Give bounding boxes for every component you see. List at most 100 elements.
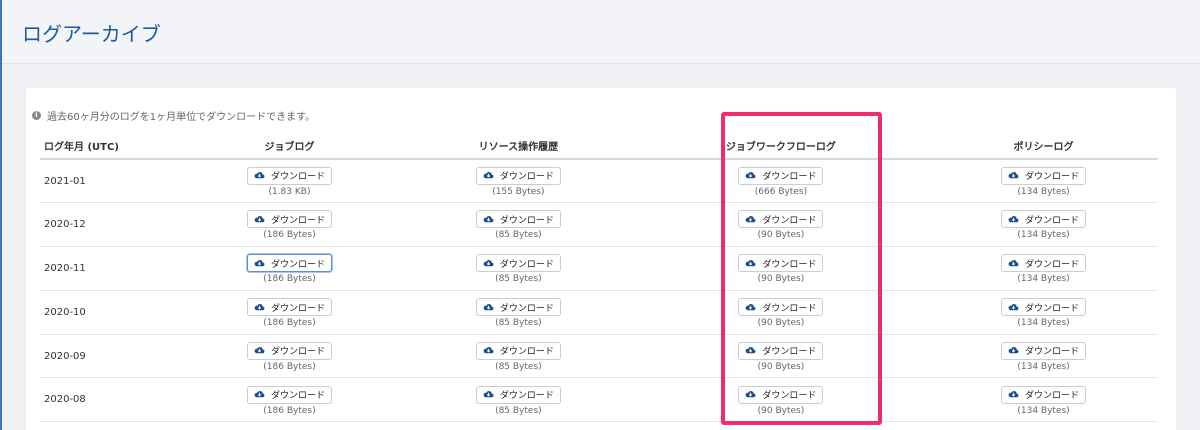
- cloud-download-icon: [254, 216, 265, 223]
- file-size: (85 Bytes): [495, 274, 542, 285]
- file-size: (134 Bytes): [1017, 405, 1070, 416]
- file-size: (85 Bytes): [495, 361, 542, 372]
- cloud-download-icon: [483, 172, 494, 179]
- download-button-resource-history[interactable]: ダウンロード: [475, 166, 561, 185]
- file-size: (186 Bytes): [263, 274, 316, 285]
- download-button-resource-history[interactable]: ダウンロード: [475, 254, 561, 273]
- cell-policy-log: ダウンロード (134 Bytes): [929, 202, 1158, 248]
- download-button-policy-log[interactable]: ダウンロード: [1001, 210, 1087, 229]
- download-button-workflow-log[interactable]: ダウンロード: [738, 166, 824, 185]
- download-label: ダウンロード: [270, 303, 325, 314]
- cloud-download-icon: [746, 259, 756, 266]
- cloud-download-icon: [483, 216, 494, 223]
- cell-workflow-log: ダウンロード (90 Bytes): [632, 246, 930, 291]
- cloud-download-icon: [254, 172, 265, 179]
- cell-policy-log: ダウンロード (134 Bytes): [929, 246, 1158, 291]
- download-label: ダウンロード: [762, 347, 817, 358]
- cell-month: 2020-11: [40, 246, 175, 291]
- cell-job-log: ダウンロード (186 Bytes): [175, 202, 404, 248]
- download-button-job-log[interactable]: ダウンロード: [246, 385, 332, 404]
- download-label: ダウンロード: [1025, 303, 1080, 314]
- column-header-resource-history: リソース操作履歴: [403, 132, 633, 160]
- cell-policy-log: ダウンロード (134 Bytes): [929, 334, 1158, 379]
- cloud-download-icon: [483, 391, 494, 398]
- download-button-job-log[interactable]: ダウンロード: [246, 254, 332, 273]
- download-button-resource-history[interactable]: ダウンロード: [475, 210, 561, 229]
- download-button-resource-history[interactable]: ダウンロード: [475, 298, 561, 317]
- cloud-download-icon: [254, 347, 265, 354]
- notice-text: 過去60ヶ月分のログを1ヶ月単位でダウンロードできます。: [47, 112, 316, 123]
- download-label: ダウンロード: [499, 347, 554, 358]
- cell-policy-log: ダウンロード (134 Bytes): [929, 377, 1158, 423]
- cell-month: 2020-10: [40, 290, 175, 335]
- file-size: (90 Bytes): [757, 405, 805, 416]
- cell-month: 2020-08: [40, 377, 175, 423]
- download-button-workflow-log[interactable]: ダウンロード: [738, 385, 824, 404]
- cloud-download-icon: [746, 303, 756, 310]
- cloud-download-icon: [483, 303, 494, 310]
- download-label: ダウンロード: [270, 347, 325, 358]
- download-button-workflow-log[interactable]: ダウンロード: [738, 254, 824, 273]
- cell-workflow-log: ダウンロード (90 Bytes): [632, 202, 930, 248]
- download-button-job-log[interactable]: ダウンロード: [246, 166, 332, 185]
- download-button-workflow-log[interactable]: ダウンロード: [738, 341, 824, 360]
- file-size: (666 Bytes): [754, 186, 808, 197]
- column-header-policy-log: ポリシーログ: [929, 132, 1158, 160]
- cell-workflow-log: ダウンロード (90 Bytes): [632, 377, 930, 423]
- cell-resource-history: ダウンロード (85 Bytes): [403, 246, 633, 291]
- cell-workflow-log: ダウンロード (666 Bytes): [632, 159, 930, 204]
- file-size: (134 Bytes): [1017, 186, 1070, 197]
- file-size: (85 Bytes): [495, 318, 542, 329]
- file-size: (85 Bytes): [495, 230, 542, 241]
- download-button-policy-log[interactable]: ダウンロード: [1001, 298, 1087, 317]
- download-label: ダウンロード: [1025, 215, 1080, 226]
- cell-workflow-log: ダウンロード (90 Bytes): [632, 334, 930, 379]
- cloud-download-icon: [254, 303, 265, 310]
- info-icon: i: [32, 111, 41, 120]
- download-button-resource-history[interactable]: ダウンロード: [475, 341, 561, 360]
- download-label: ダウンロード: [762, 259, 817, 270]
- file-size: (134 Bytes): [1017, 274, 1070, 285]
- download-label: ダウンロード: [270, 215, 325, 226]
- download-button-job-log[interactable]: ダウンロード: [246, 298, 332, 317]
- cell-resource-history: ダウンロード (85 Bytes): [403, 334, 633, 379]
- table-row: 2021-01 ダウンロード (1.83 KB) ダウンロード (155 Bytes) ダ…: [40, 159, 1158, 204]
- table-row: 2020-08 ダウンロード (186 Bytes) ダウンロード (85 Bytes)…: [40, 377, 1158, 423]
- download-button-policy-log[interactable]: ダウンロード: [1001, 166, 1087, 185]
- cloud-download-icon: [1008, 259, 1019, 266]
- notice: i 過去60ヶ月分のログを1ヶ月単位でダウンロードできます。: [32, 108, 315, 123]
- file-size: (90 Bytes): [757, 274, 805, 285]
- cloud-download-icon: [746, 391, 756, 398]
- cloud-download-icon: [254, 259, 265, 266]
- cell-job-log: ダウンロード (186 Bytes): [175, 334, 404, 379]
- cell-resource-history: ダウンロード (85 Bytes): [403, 202, 633, 248]
- cloud-download-icon: [1008, 347, 1019, 354]
- download-button-workflow-log[interactable]: ダウンロード: [738, 298, 824, 317]
- file-size: (134 Bytes): [1017, 318, 1070, 329]
- file-size: (1.83 KB): [268, 186, 311, 197]
- file-size: (155 Bytes): [492, 186, 545, 197]
- file-size: (90 Bytes): [757, 361, 805, 372]
- left-edge-bar: [0, 0, 2, 430]
- cell-job-log: ダウンロード (186 Bytes): [175, 377, 404, 423]
- download-button-policy-log[interactable]: ダウンロード: [1001, 385, 1087, 404]
- file-size: (90 Bytes): [757, 230, 805, 241]
- download-label: ダウンロード: [499, 215, 554, 226]
- cloud-download-icon: [1008, 172, 1019, 179]
- cell-month: 2020-12: [40, 202, 175, 248]
- download-button-policy-log[interactable]: ダウンロード: [1001, 254, 1087, 273]
- download-button-resource-history[interactable]: ダウンロード: [475, 385, 561, 404]
- column-header-workflow-log: ジョブワークフローログ: [632, 132, 930, 160]
- file-size: (134 Bytes): [1017, 230, 1070, 241]
- download-button-workflow-log[interactable]: ダウンロード: [738, 210, 824, 229]
- download-button-job-log[interactable]: ダウンロード: [246, 341, 332, 360]
- download-button-policy-log[interactable]: ダウンロード: [1001, 341, 1087, 360]
- cell-policy-log: ダウンロード (134 Bytes): [929, 290, 1158, 335]
- file-size: (186 Bytes): [263, 230, 316, 241]
- download-label: ダウンロード: [499, 303, 554, 314]
- download-label: ダウンロード: [270, 172, 325, 183]
- download-label: ダウンロード: [499, 391, 554, 402]
- cell-month: 2020-09: [40, 334, 175, 379]
- download-button-job-log[interactable]: ダウンロード: [246, 210, 332, 229]
- download-label: ダウンロード: [499, 259, 554, 270]
